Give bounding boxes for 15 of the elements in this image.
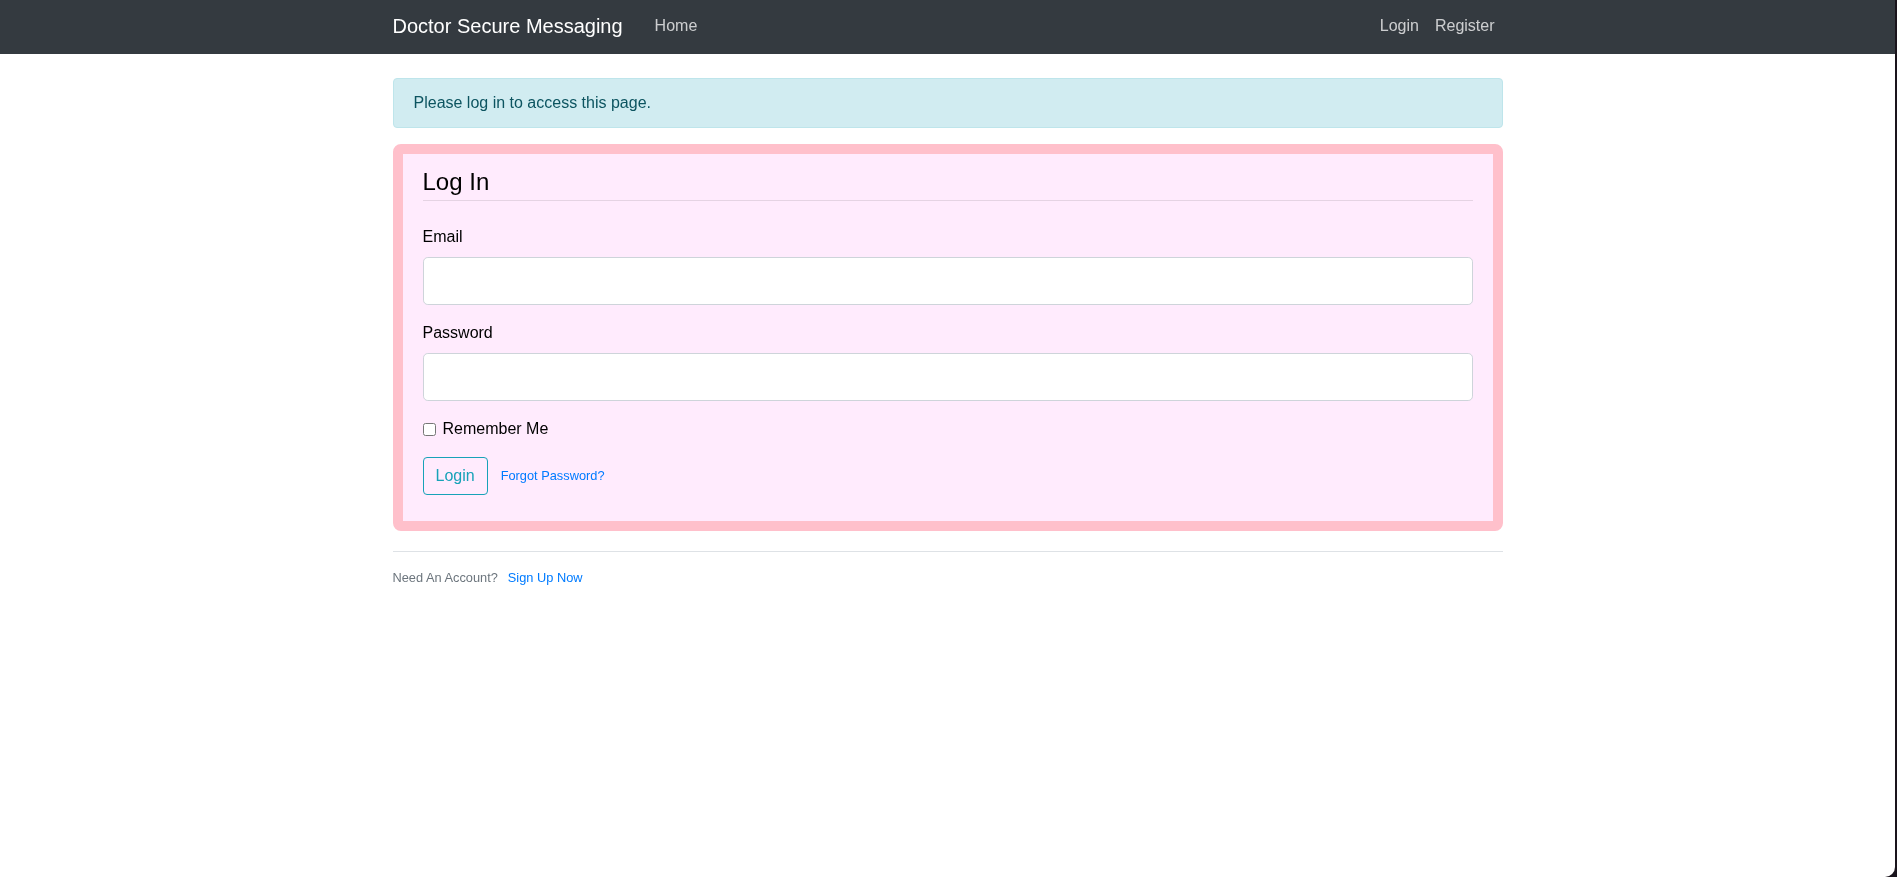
form-title: Log In xyxy=(422,168,490,195)
alert-message: Please log in to access this page. xyxy=(392,78,1503,128)
input-field[interactable] xyxy=(422,353,1473,401)
remember-checkbox[interactable] xyxy=(422,422,436,436)
sign-up-link[interactable]: Sign Up Now xyxy=(507,568,583,588)
forgot-password-link[interactable]: Forgot Password? xyxy=(500,466,605,486)
field-label: Password xyxy=(422,323,493,343)
nav-link[interactable]: Register xyxy=(1426,13,1503,38)
footer-text: Need An Account? xyxy=(392,569,498,587)
input-field[interactable] xyxy=(422,257,1473,305)
nav-link[interactable]: Login xyxy=(1371,13,1427,38)
nav-link[interactable]: Home xyxy=(646,13,706,38)
field-label: Email xyxy=(422,227,463,247)
brand-link[interactable]: Doctor Secure Messaging xyxy=(392,10,623,41)
checkbox-label: Remember Me xyxy=(442,419,549,439)
